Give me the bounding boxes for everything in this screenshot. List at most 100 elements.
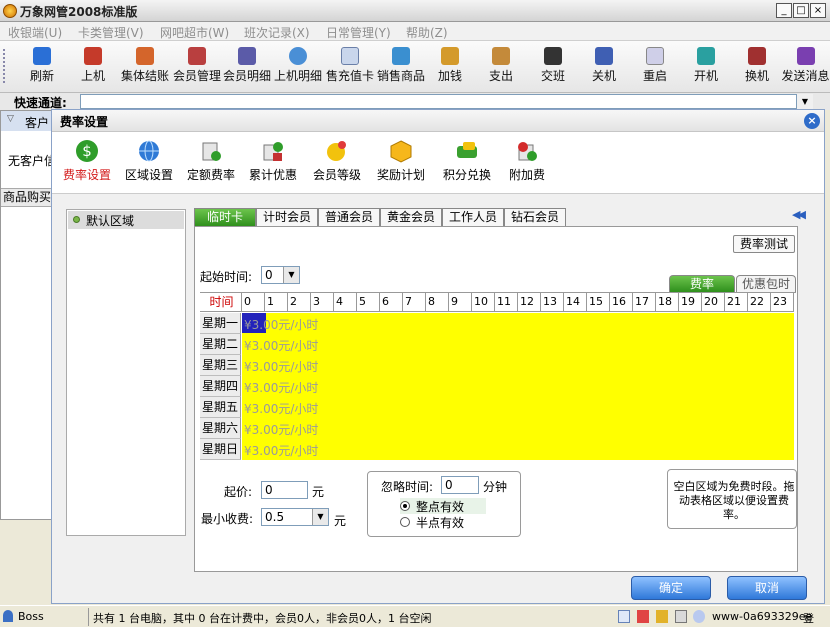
- tab-rate[interactable]: 费率: [669, 275, 735, 292]
- maximize-button[interactable]: □: [793, 3, 809, 18]
- close-button[interactable]: ×: [810, 3, 826, 18]
- app-icon: [3, 4, 17, 18]
- sell-goods-button[interactable]: 销售商品: [376, 44, 426, 90]
- tab-temporary-card[interactable]: 临时卡: [194, 208, 256, 226]
- discount-icon: [261, 139, 285, 163]
- restart-button[interactable]: 重启: [639, 44, 671, 90]
- collapse-icon[interactable]: ▽: [7, 114, 14, 124]
- min-charge-label: 最小收费:: [201, 512, 254, 526]
- menu-supermarket[interactable]: 网吧超市(W): [160, 24, 229, 41]
- add-money-button[interactable]: 加钱: [434, 44, 466, 90]
- base-price-input[interactable]: 0: [261, 481, 308, 499]
- send-message-button[interactable]: 发送消息: [781, 44, 830, 90]
- login-button[interactable]: 上机: [76, 44, 110, 90]
- quick-channel: 快速通道: ▼: [0, 93, 830, 110]
- day-label: 星期六: [200, 418, 241, 439]
- rate-text: ¥3.00元/小时: [244, 402, 319, 416]
- group-checkout-button[interactable]: 集体结账: [120, 44, 170, 90]
- rate-area[interactable]: ¥3.00元/小时 ¥3.00元/小时 ¥3.00元/小时 ¥3.00元/小时 ¥3.0…: [242, 313, 794, 460]
- quick-input[interactable]: [80, 94, 797, 109]
- login-detail-button[interactable]: 上机明细: [273, 44, 323, 90]
- tool-cumulative-discount[interactable]: 累计优惠: [248, 137, 298, 189]
- start-time-select[interactable]: 0 ▼: [261, 266, 300, 284]
- ok-button[interactable]: 确定: [631, 576, 711, 600]
- collapse-panel-icon[interactable]: ◀◀: [792, 208, 806, 221]
- radio-half-hour[interactable]: 半点有效: [400, 514, 486, 530]
- sell-card-button[interactable]: 售充值卡: [325, 44, 375, 90]
- toolbar-grip: [3, 49, 11, 83]
- menu-bar: 收银端(U) 卡类管理(V) 网吧超市(W) 班次记录(X) 日常管理(Y) 帮…: [0, 22, 830, 41]
- message-icon: [796, 47, 815, 65]
- tab-normal-member[interactable]: 普通会员: [318, 208, 380, 226]
- ignore-time-value: 0: [445, 478, 453, 492]
- tab-package[interactable]: 优惠包时: [736, 275, 796, 292]
- tool-member-level[interactable]: 会员等级: [312, 137, 362, 189]
- member-detail-button[interactable]: 会员明细: [222, 44, 272, 90]
- hour-header: 21: [725, 293, 748, 312]
- rate-text: ¥3.00元/小时: [244, 339, 319, 353]
- tool-region-settings[interactable]: 区域设置: [124, 137, 174, 189]
- hour-header: 23: [771, 293, 794, 312]
- ignore-time-label: 忽略时间:: [381, 480, 434, 494]
- ignore-time-input[interactable]: 0: [441, 476, 479, 494]
- day-label: 星期一: [200, 313, 241, 334]
- goods-icon: [392, 47, 410, 65]
- refresh-button[interactable]: 刷新: [24, 44, 60, 90]
- poweron-button[interactable]: 开机: [690, 44, 722, 90]
- expense-icon: [492, 47, 510, 65]
- radio-whole-hour[interactable]: 整点有效: [400, 498, 486, 514]
- hour-header: 9: [449, 293, 472, 312]
- hour-header: 7: [403, 293, 426, 312]
- edit-icon[interactable]: [675, 610, 687, 623]
- note-box: 空白区域为免费时段。拖动表格区域以便设置费率。: [667, 469, 797, 529]
- chat-icon[interactable]: [693, 610, 705, 623]
- menu-shift[interactable]: 班次记录(X): [244, 24, 310, 41]
- fixed-rate-icon: [199, 139, 223, 163]
- hour-header: 14: [564, 293, 587, 312]
- exchange-icon: [455, 139, 479, 163]
- rate-test-button[interactable]: 费率测试: [733, 235, 795, 253]
- cancel-button[interactable]: 取消: [727, 576, 807, 600]
- menu-daily[interactable]: 日常管理(Y): [326, 24, 391, 41]
- surcharge-icon: [515, 139, 539, 163]
- shift-button[interactable]: 交班: [537, 44, 569, 90]
- goods-header: 商品购买: [1, 188, 53, 207]
- region-item-default[interactable]: 默认区域: [68, 211, 184, 229]
- menu-cashier[interactable]: 收银端(U): [8, 24, 62, 41]
- tool-points-exchange[interactable]: 积分兑换: [440, 137, 494, 189]
- tab-diamond-member[interactable]: 钻石会员: [504, 208, 566, 226]
- switch-machine-button[interactable]: 换机: [741, 44, 773, 90]
- minimize-button[interactable]: _: [776, 3, 792, 18]
- shutdown-button[interactable]: 关机: [588, 44, 620, 90]
- dialog-titlebar: 费率设置 ×: [52, 110, 824, 132]
- region-list: 默认区域: [66, 209, 186, 536]
- member-manage-button[interactable]: 会员管理: [172, 44, 222, 90]
- customer-header: ▽ 客户: [1, 111, 53, 131]
- record-icon[interactable]: [637, 610, 649, 623]
- tool-fixed-rate[interactable]: 定额费率: [186, 137, 236, 189]
- expense-button[interactable]: 支出: [485, 44, 517, 90]
- shutdown-icon: [595, 47, 613, 65]
- members-icon: [188, 47, 206, 65]
- tool-reward-plan[interactable]: 奖励计划: [374, 137, 428, 189]
- hour-header: 10: [472, 293, 495, 312]
- rate-grid[interactable]: 时间 0 1 2 3 4 5 6 7 8 9 10 11 12 13 14 15 16 17 18 19 20 21 22 2…: [200, 292, 796, 462]
- quick-dropdown-icon[interactable]: ▼: [797, 94, 813, 109]
- window-title: 万象网管2008标准版: [20, 5, 138, 19]
- lock-icon[interactable]: [656, 610, 668, 623]
- min-charge-select[interactable]: 0.5 ▼: [261, 508, 329, 526]
- chevron-down-icon: ▼: [283, 267, 299, 283]
- status-host: www-0a693329ee: [712, 610, 813, 623]
- tool-rate-settings[interactable]: $ 费率设置: [60, 137, 114, 189]
- day-label: 星期二: [200, 334, 241, 355]
- tab-staff[interactable]: 工作人员: [442, 208, 504, 226]
- doc-icon[interactable]: [618, 610, 630, 623]
- menu-card[interactable]: 卡类管理(V): [78, 24, 144, 41]
- tab-gold-member[interactable]: 黄金会员: [380, 208, 442, 226]
- switch-icon: [748, 47, 766, 65]
- dialog-close-button[interactable]: ×: [804, 113, 820, 129]
- menu-help[interactable]: 帮助(Z): [406, 24, 448, 41]
- tool-surcharge[interactable]: 附加费: [504, 137, 550, 189]
- min-charge-unit: 元: [334, 514, 347, 528]
- tab-timed-member[interactable]: 计时会员: [256, 208, 318, 226]
